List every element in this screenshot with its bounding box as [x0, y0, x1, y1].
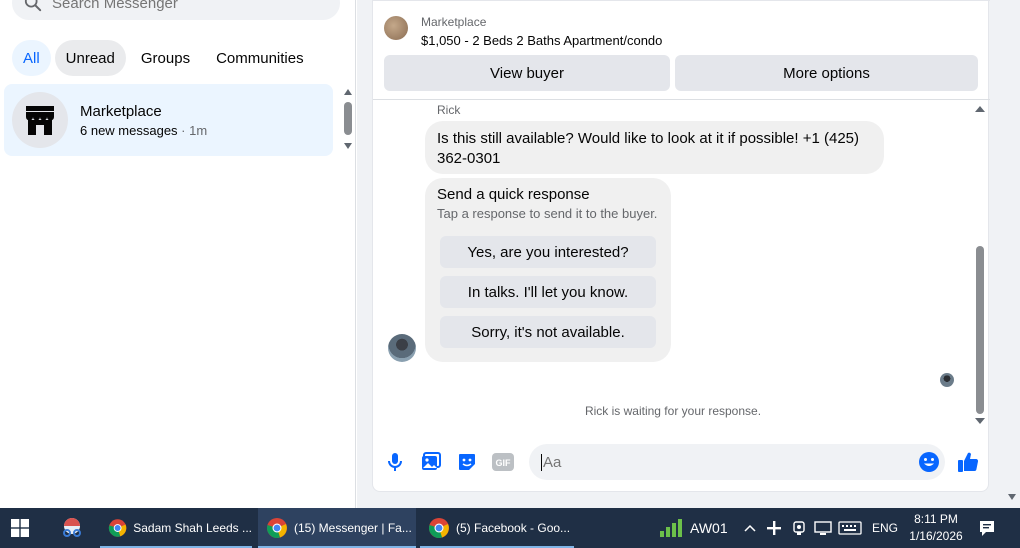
scroll-down-icon[interactable] [975, 418, 985, 424]
tab-unread[interactable]: Unread [54, 40, 126, 76]
emoji-icon[interactable] [919, 452, 939, 472]
language-label: ENG [872, 521, 899, 535]
quick-response-title: Send a quick response [437, 186, 590, 203]
clock[interactable]: 8:11 PM 1/16/2026 [900, 511, 972, 545]
scrollbar-thumb[interactable] [344, 102, 352, 135]
chrome-icon [108, 519, 127, 537]
conversation-scrollbar[interactable] [973, 103, 987, 427]
conversation-preview: 6 new messages · 1m [80, 123, 207, 138]
waiting-status: Rick is waiting for your response. [584, 404, 762, 418]
taskbar-app-chrome-1[interactable]: Sadam Shah Leeds ... [100, 508, 252, 548]
sticker-icon[interactable] [456, 451, 478, 473]
signal-chart-icon [660, 519, 682, 537]
scroll-up-icon[interactable] [975, 106, 985, 112]
listing-thumbnail[interactable] [384, 16, 408, 40]
network-label: AW01 [690, 520, 728, 536]
conversation-item-marketplace[interactable]: Marketplace 6 new messages · 1m [4, 84, 333, 156]
start-button[interactable] [0, 508, 40, 548]
more-options-button[interactable]: More options [675, 55, 978, 91]
message-input-box[interactable] [529, 444, 945, 480]
tab-groups[interactable]: Groups [130, 40, 201, 76]
taskbar: Sadam Shah Leeds ... (15) Messenger | Fa… [0, 508, 1020, 548]
keyboard-icon[interactable] [838, 508, 862, 548]
gif-icon[interactable]: GIF [492, 451, 514, 473]
microphone-icon[interactable] [384, 451, 406, 473]
tab-all[interactable]: All [12, 40, 51, 76]
taskbar-app-title: (15) Messenger | Fa... [294, 521, 412, 535]
view-buyer-button[interactable]: View buyer [384, 55, 670, 91]
scroll-down-icon[interactable] [343, 142, 353, 150]
message-bubble[interactable]: Is this still available? Would like to l… [425, 121, 884, 174]
taskbar-app-title: Sadam Shah Leeds ... [133, 521, 252, 535]
conversation-panel: Marketplace $1,050 - 2 Beds 2 Baths Apar… [372, 0, 990, 492]
search-box[interactable] [12, 0, 340, 20]
taskbar-app-chrome-facebook[interactable]: (5) Facebook - Goo... [420, 508, 574, 548]
sidebar-scrollbar[interactable] [341, 86, 353, 152]
avatar [12, 92, 68, 148]
message-input[interactable] [541, 453, 901, 471]
listing-title[interactable]: $1,050 - 2 Beds 2 Baths Apartment/condo [421, 33, 662, 48]
conversation-name: Marketplace [80, 102, 162, 120]
clock-date: 1/16/2026 [909, 529, 963, 543]
snipping-tool-icon [63, 518, 81, 537]
preview-time: · 1m [177, 122, 208, 138]
notifications-icon[interactable] [978, 508, 996, 548]
taskbar-app-chrome-messenger[interactable]: (15) Messenger | Fa... [258, 508, 416, 548]
filter-tabs: All Unread Groups Communities [12, 40, 315, 76]
chrome-icon [429, 518, 449, 538]
show-hidden-icons-icon[interactable] [744, 508, 756, 548]
scrollbar-thumb[interactable] [976, 246, 984, 414]
message-line: 362-0301 [437, 150, 501, 167]
storefront-icon [26, 106, 54, 135]
tab-communities[interactable]: Communities [205, 40, 315, 76]
quick-response-in-talks-button[interactable]: In talks. I'll let you know. [440, 276, 656, 308]
preview-text: 6 new messages [80, 122, 178, 138]
webcam-icon[interactable] [792, 508, 806, 548]
photo-icon[interactable] [420, 451, 442, 473]
message-line: Is this still available? Would like to l… [437, 130, 860, 147]
svg-text:GIF: GIF [496, 458, 512, 468]
message-composer: GIF [373, 444, 990, 480]
search-icon [24, 0, 42, 12]
listing-header: Marketplace $1,050 - 2 Beds 2 Baths Apar… [373, 0, 990, 100]
chrome-icon [267, 518, 287, 538]
quick-response-subtitle: Tap a response to send it to the buyer. [437, 206, 658, 221]
quick-response-yes-button[interactable]: Yes, are you interested? [440, 236, 656, 268]
clock-time: 8:11 PM [914, 512, 958, 526]
plus-icon[interactable] [766, 508, 782, 548]
quick-response-card: Send a quick response Tap a response to … [425, 178, 671, 362]
network-widget[interactable]: AW01 [658, 508, 728, 548]
page-scroll-down-icon[interactable] [1008, 494, 1016, 500]
windows-logo-icon [11, 519, 29, 537]
quick-response-not-available-button[interactable]: Sorry, it's not available. [440, 316, 656, 348]
taskbar-app-snipping-tool[interactable] [52, 508, 90, 548]
scroll-up-icon[interactable] [343, 88, 353, 96]
listing-label: Marketplace [421, 15, 487, 29]
display-icon[interactable] [814, 508, 832, 548]
sender-avatar[interactable] [388, 334, 416, 362]
chat-list-panel: All Unread Groups Communities Marketplac… [0, 0, 356, 508]
thumbs-up-icon[interactable] [956, 450, 980, 474]
language-indicator[interactable]: ENG [872, 508, 898, 548]
search-input[interactable] [52, 0, 312, 12]
sender-name: Rick [437, 103, 461, 117]
taskbar-app-title: (5) Facebook - Goo... [456, 521, 571, 535]
read-receipt-avatar [940, 373, 954, 387]
